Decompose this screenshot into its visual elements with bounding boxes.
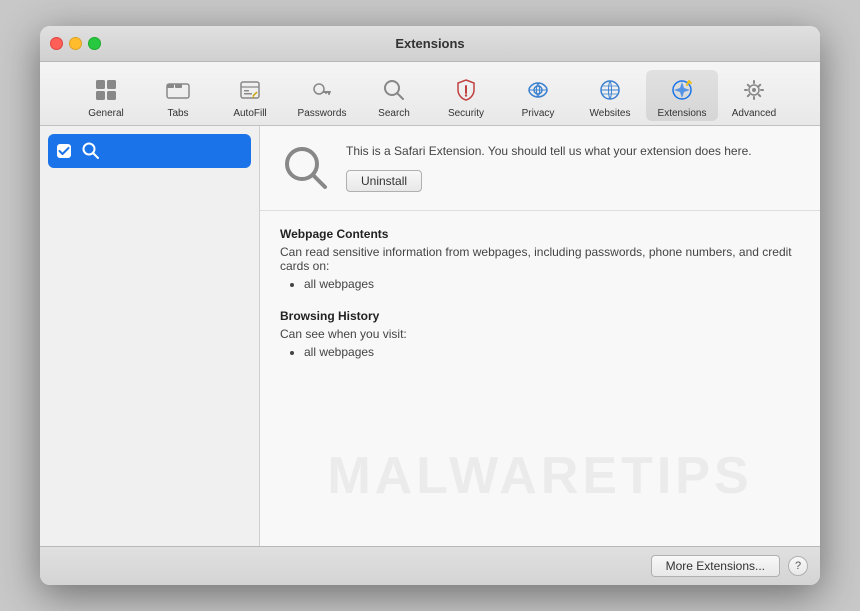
toolbar-item-passwords[interactable]: Passwords: [286, 70, 358, 121]
toolbar-item-advanced[interactable]: Advanced: [718, 70, 790, 121]
extensions-icon: [666, 74, 698, 106]
checkbox-checked-icon: [56, 143, 72, 159]
passwords-label: Passwords: [298, 108, 347, 119]
extension-info: This is a Safari Extension. You should t…: [346, 142, 800, 192]
advanced-icon: [738, 74, 770, 106]
security-icon: [450, 74, 482, 106]
toolbar: General Tabs: [40, 62, 820, 126]
toolbar-item-privacy[interactable]: Privacy: [502, 70, 574, 121]
search-label: Search: [378, 108, 410, 119]
minimize-button[interactable]: [69, 37, 82, 50]
extensions-sidebar: [40, 126, 260, 546]
extension-big-search-icon: [280, 142, 332, 194]
privacy-icon: [522, 74, 554, 106]
uninstall-button[interactable]: Uninstall: [346, 170, 422, 192]
webpage-contents-desc: Can read sensitive information from webp…: [280, 245, 800, 273]
autofill-icon: [234, 74, 266, 106]
extension-description: This is a Safari Extension. You should t…: [346, 142, 800, 160]
bottom-bar: More Extensions... ?: [40, 546, 820, 585]
toolbar-item-websites[interactable]: Websites: [574, 70, 646, 121]
maximize-button[interactable]: [88, 37, 101, 50]
webpage-contents-title: Webpage Contents: [280, 227, 800, 241]
websites-label: Websites: [590, 108, 631, 119]
privacy-label: Privacy: [522, 108, 555, 119]
help-button[interactable]: ?: [788, 556, 808, 576]
extension-search-icon: [80, 140, 102, 162]
safari-extensions-window: Extensions General: [40, 26, 820, 585]
browsing-history-list: all webpages: [304, 345, 800, 359]
titlebar: Extensions: [40, 26, 820, 62]
toolbar-item-extensions[interactable]: Extensions: [646, 70, 718, 121]
browsing-history-title: Browsing History: [280, 309, 800, 323]
toolbar-item-tabs[interactable]: Tabs: [142, 70, 214, 121]
tabs-icon: [162, 74, 194, 106]
toolbar-item-security[interactable]: Security: [430, 70, 502, 121]
toolbar-item-general[interactable]: General: [70, 70, 142, 121]
webpage-contents-list: all webpages: [304, 277, 800, 291]
browsing-history-item-0: all webpages: [304, 345, 800, 359]
websites-icon: [594, 74, 626, 106]
close-button[interactable]: [50, 37, 63, 50]
autofill-label: AutoFill: [233, 108, 266, 119]
browsing-history-permission: Browsing History Can see when you visit:…: [280, 309, 800, 359]
general-label: General: [88, 108, 124, 119]
window-title: Extensions: [395, 36, 464, 51]
extensions-label: Extensions: [658, 108, 707, 119]
advanced-label: Advanced: [732, 108, 776, 119]
passwords-icon: [306, 74, 338, 106]
window-controls: [50, 37, 101, 50]
sidebar-item-search-ext[interactable]: [48, 134, 251, 168]
extension-header: This is a Safari Extension. You should t…: [260, 126, 820, 211]
toolbar-item-search[interactable]: Search: [358, 70, 430, 121]
webpage-contents-permission: Webpage Contents Can read sensitive info…: [280, 227, 800, 291]
main-panel: MALWARETIPS This is a Safari Extension. …: [260, 126, 820, 546]
tabs-label: Tabs: [167, 108, 188, 119]
permissions-section: Webpage Contents Can read sensitive info…: [260, 211, 820, 546]
general-icon: [90, 74, 122, 106]
security-label: Security: [448, 108, 484, 119]
webpage-contents-item-0: all webpages: [304, 277, 800, 291]
content-area: MALWARETIPS This is a Safari Extension. …: [40, 126, 820, 546]
browsing-history-desc: Can see when you visit:: [280, 327, 800, 341]
search-toolbar-icon: [378, 74, 410, 106]
toolbar-item-autofill[interactable]: AutoFill: [214, 70, 286, 121]
more-extensions-button[interactable]: More Extensions...: [651, 555, 780, 577]
